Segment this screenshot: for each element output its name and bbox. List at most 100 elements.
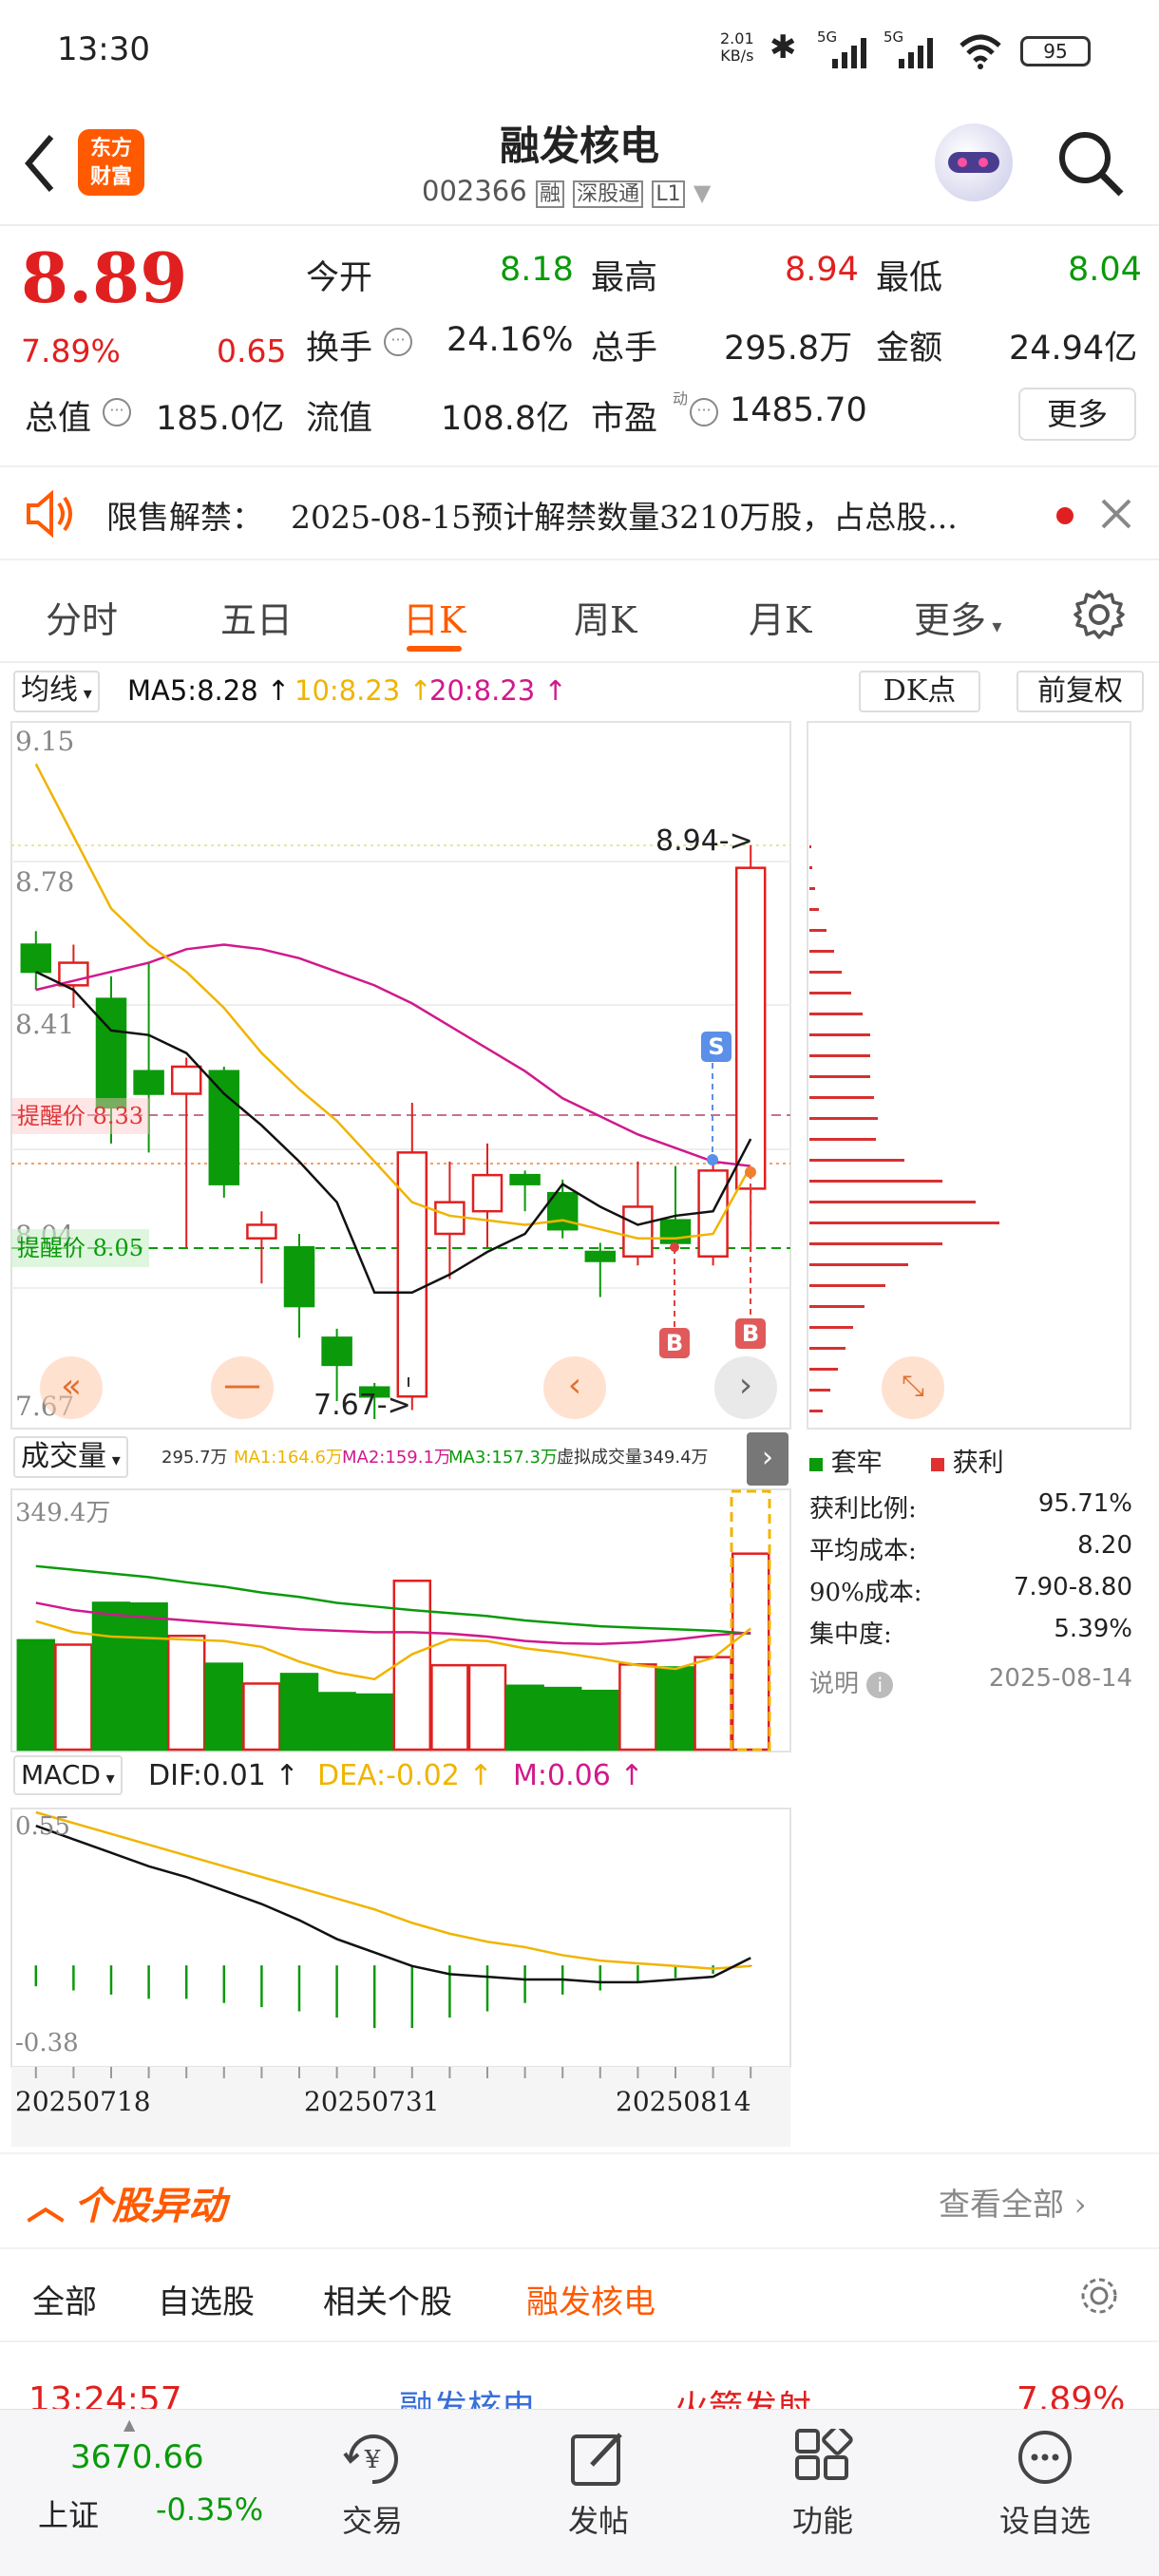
alert-price-low[interactable]: 提醒价 8.05 [11, 1229, 150, 1267]
high-value: 8.94 [785, 251, 859, 289]
buy-signal-badge-1[interactable]: B [659, 1328, 690, 1358]
chip-note[interactable]: 说明 i 2025-08-14 [809, 1664, 1132, 1706]
volume-ma3: MA3:157.3万 [448, 1448, 558, 1468]
candle [208, 1070, 240, 1185]
sell-signal-badge[interactable]: S [701, 1032, 732, 1062]
volume-bar [204, 1662, 244, 1752]
tab-daily-k[interactable]: 日K [403, 591, 466, 643]
nav-trade[interactable]: ¥ 交易 [315, 2429, 429, 2541]
candle [321, 1336, 352, 1367]
tab-weekly-k[interactable]: 周K [574, 591, 636, 643]
info-dots-icon[interactable]: ··· [384, 328, 412, 356]
tab-intraday[interactable]: 分时 [46, 591, 118, 643]
candle [471, 1173, 504, 1213]
close-icon[interactable] [1100, 498, 1132, 530]
zoom-out-button[interactable]: — [211, 1356, 274, 1419]
chip-bar [809, 1305, 864, 1308]
tab-five-day[interactable]: 五日 [220, 591, 293, 643]
y-label-top: 9.15 [15, 726, 75, 757]
chip-bar [809, 1347, 846, 1350]
chip-bar [809, 1013, 863, 1015]
x-label-1: 20250718 [15, 2086, 151, 2117]
float-value: 108.8亿 [441, 400, 570, 438]
volume-bar [656, 1666, 695, 1752]
turnover-value: 24.16% [446, 321, 574, 359]
volume-bar [392, 1580, 432, 1752]
tag-margin: 融 [535, 180, 564, 208]
filter-related[interactable]: 相关个股 [323, 2276, 452, 2322]
chip-bar [809, 1201, 976, 1203]
alert-price-high[interactable]: 提醒价 8.33 [11, 1098, 150, 1134]
anomaly-title: 个股异动 [74, 2185, 226, 2228]
high-label: 最高 [591, 259, 658, 297]
candle [20, 943, 52, 974]
view-all-link[interactable]: 查看全部 › [939, 2179, 1087, 2225]
gear-icon[interactable] [1074, 589, 1125, 640]
filter-watchlist[interactable]: 自选股 [158, 2276, 255, 2322]
panel-expand-arrow[interactable]: › [747, 1432, 788, 1486]
nav-functions[interactable]: 功能 [766, 2429, 880, 2541]
chip-row: 平均成本: 8.20 [809, 1531, 1132, 1565]
kline-chart-area: 均线 ▾ MA5:8.28 ↑ 10:8.23 ↑ 20:8.23 ↑ DK点 … [0, 665, 1159, 2147]
buy-signal-badge-2[interactable]: B [735, 1318, 766, 1349]
period-tabs: 分时 五日 日K 周K 月K 更多 ▾ [0, 568, 1159, 663]
filter-all[interactable]: 全部 [32, 2276, 97, 2322]
volume-indicator-select[interactable]: 成交量 ▾ [13, 1436, 128, 1478]
legend-trapped: 套牢 [809, 1442, 883, 1479]
volume-bar [129, 1601, 168, 1752]
chip-row: 90%成本: 7.90-8.80 [809, 1573, 1132, 1607]
x-label-2: 20250731 [304, 2086, 440, 2117]
step-left-button[interactable]: ‹ [543, 1356, 606, 1419]
scroll-left-fast-button[interactable]: « [40, 1356, 103, 1419]
chip-bar [809, 1222, 999, 1224]
info-dots-icon-2[interactable]: ··· [103, 398, 131, 426]
volume-bar [731, 1552, 770, 1752]
more-circle-icon [1018, 2431, 1072, 2484]
candle [622, 1205, 654, 1259]
notice-text: 2025-08-15预计解禁数量3210万股，占总股... [291, 499, 958, 536]
volume-value: 295.8万 [724, 330, 853, 368]
more-button[interactable]: 更多 [1018, 388, 1136, 441]
chip-bar [809, 992, 851, 994]
volume-bar [354, 1693, 394, 1752]
pe-value: 1485.70 [730, 391, 867, 429]
current-price: 8.89 [21, 237, 188, 318]
tag-connect: 深股通 [573, 180, 644, 208]
macd-m: M:0.06 ↑ [513, 1759, 644, 1792]
tab-more[interactable]: 更多 ▾ [914, 591, 1001, 643]
notice-bar[interactable]: 限售解禁： 2025-08-15预计解禁数量3210万股，占总股... [0, 465, 1159, 560]
status-bar: 13:30 2.01 KB/s ✱ 5G 5G 95 [0, 0, 1159, 103]
pe-sup: 动 [673, 389, 689, 407]
nav-add-watchlist[interactable]: 设自选 [988, 2429, 1102, 2541]
stock-code-line[interactable]: 002366 融 深股通 L1 ▼ [422, 175, 711, 208]
volume-bar [16, 1638, 56, 1752]
filter-this-stock[interactable]: 融发核电 [526, 2276, 656, 2322]
anomaly-pct: 7.89% [1016, 2380, 1126, 2409]
volume-value: 295.7万 [162, 1448, 228, 1468]
low-label: 最低 [876, 259, 943, 297]
candle [246, 1223, 277, 1240]
chip-bar [809, 1096, 874, 1099]
macd-dif: DIF:0.01 ↑ [148, 1759, 299, 1792]
volume-bar [580, 1689, 620, 1752]
step-right-button[interactable]: › [714, 1356, 777, 1419]
expand-icon[interactable]: ⤡ [882, 1356, 944, 1419]
anomaly-row[interactable]: 13:24:57 融发核电 火箭发射 7.89% [0, 2371, 1159, 2409]
nav-post[interactable]: 发帖 [542, 2429, 656, 2541]
info-dots-icon-3[interactable]: ··· [690, 398, 718, 426]
index-value: 3670.66 [70, 2438, 204, 2476]
candle [584, 1250, 617, 1262]
gear-icon[interactable] [1077, 2274, 1121, 2318]
search-icon[interactable] [1054, 127, 1127, 199]
wifi-icon [960, 34, 1001, 69]
macd-y-top: 0.55 [15, 1812, 70, 1841]
robot-avatar[interactable] [935, 123, 1013, 201]
pe-label: 市盈 [591, 400, 658, 438]
ma10-line [34, 763, 752, 1240]
macd-indicator-select[interactable]: MACD ▾ [13, 1755, 123, 1795]
tab-monthly-k[interactable]: 月K [749, 591, 811, 643]
quote-panel: 8.89 7.89% 0.65 今开 8.18 最高 8.94 最低 8.04 … [0, 226, 1159, 454]
index-name[interactable]: 上证 [38, 2491, 99, 2535]
signal-bars-icon-2 [899, 38, 933, 68]
volume-bar [618, 1663, 657, 1752]
